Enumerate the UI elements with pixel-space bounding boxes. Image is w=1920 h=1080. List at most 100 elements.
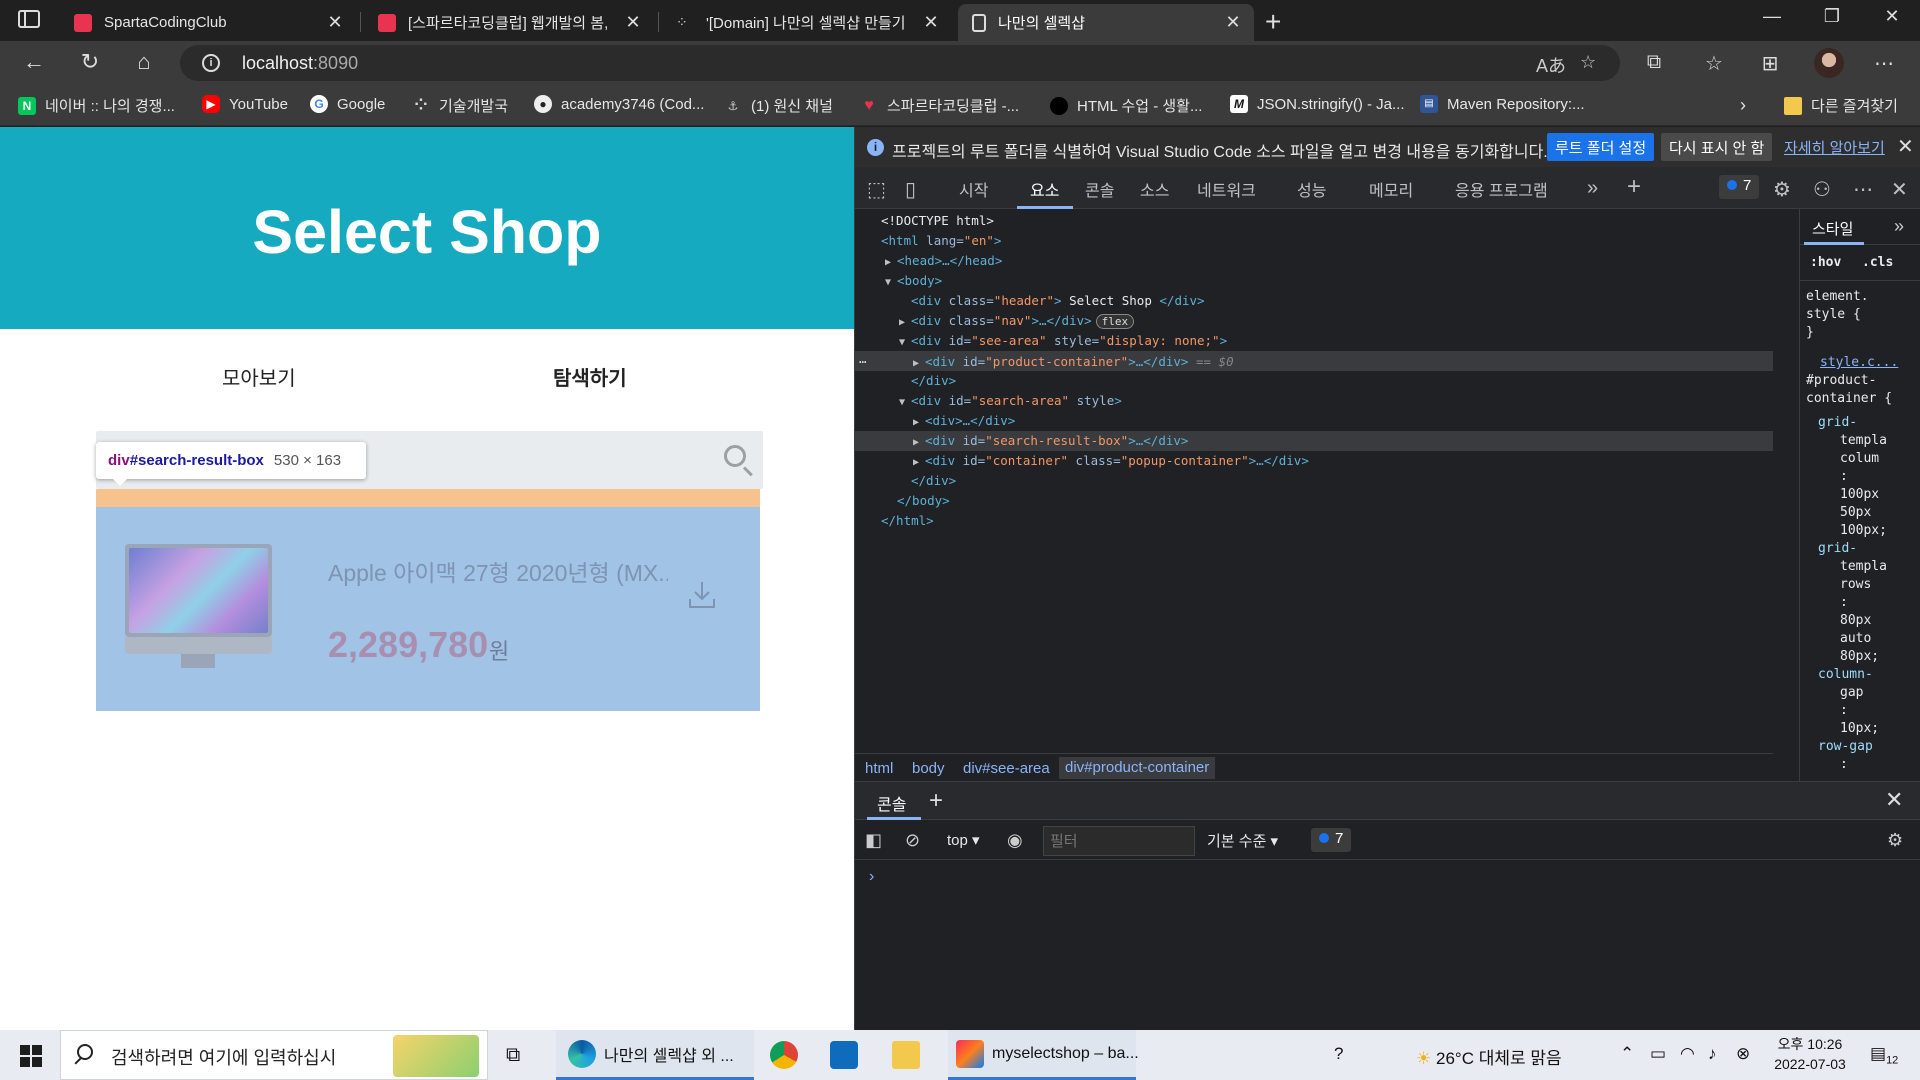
other-bookmarks[interactable]: 다른 즐겨찾기	[1784, 95, 1898, 116]
home-icon[interactable]: ⌂	[128, 49, 160, 75]
tray-overflow-icon[interactable]: ⌃	[1620, 1044, 1634, 1064]
stylesheet-link[interactable]: style.c...	[1820, 355, 1898, 370]
hov-toggle[interactable]: :hov	[1810, 255, 1841, 270]
dom-node-nav[interactable]: ▶ <div class="nav">…</div> flex	[855, 311, 1773, 331]
clear-console-icon[interactable]: ⊘	[905, 830, 920, 851]
style-declaration-line[interactable]: colum	[1840, 451, 1879, 466]
bookmark-naver[interactable]: N 네이버 :: 나의 경쟁...	[18, 95, 175, 116]
style-declaration-line[interactable]: grid-	[1818, 541, 1857, 556]
dom-node-header[interactable]: <div class="header"> Select Shop </div>	[855, 291, 1773, 311]
tab-console[interactable]: 콘솔	[877, 791, 906, 815]
dom-node-container[interactable]: ▶ <div id="container" class="popup-contai…	[855, 451, 1773, 471]
add-tab-icon[interactable]: +	[1627, 173, 1641, 201]
console-prompt[interactable]: ›	[869, 868, 874, 886]
style-declaration-line[interactable]: 10px;	[1840, 721, 1879, 736]
ime-icon[interactable]: ⊗	[1736, 1044, 1750, 1064]
style-declaration-line[interactable]: :	[1840, 469, 1848, 484]
console-settings-icon[interactable]: ⚙	[1887, 830, 1903, 851]
dom-node-doctype[interactable]: <!DOCTYPE html>	[855, 211, 1773, 231]
more-icon[interactable]: ⋯	[1853, 177, 1873, 202]
add-tab-icon[interactable]: +	[929, 787, 943, 815]
tray-device-icon[interactable]: ▭	[1650, 1044, 1666, 1064]
breadcrumb-html[interactable]: html	[865, 760, 893, 777]
bookmark-google[interactable]: G Google	[310, 95, 385, 113]
style-declaration-line[interactable]: grid-	[1818, 415, 1857, 430]
bookmark-html-class[interactable]: HTML 수업 - 생활...	[1050, 95, 1202, 116]
tab-performance[interactable]: 성능	[1297, 177, 1326, 201]
taskbar-explorer[interactable]	[892, 1030, 928, 1080]
address-bar[interactable]: i localhost:8090 Aあ ☆	[180, 45, 1620, 81]
download-icon[interactable]	[686, 579, 718, 611]
site-info-icon[interactable]: i	[202, 54, 220, 72]
bookmark-maven[interactable]: ▤ Maven Repository:...	[1420, 95, 1585, 113]
breadcrumb-body[interactable]: body	[912, 760, 945, 777]
minimize-icon[interactable]: —	[1744, 6, 1800, 27]
dom-node-see-area[interactable]: ▼ <div id="see-area" style="display: none…	[855, 331, 1773, 351]
style-declaration-line[interactable]: 80px	[1840, 613, 1871, 628]
back-icon[interactable]: ←	[18, 49, 50, 75]
bookmark-json-stringify[interactable]: M JSON.stringify() - Ja...	[1230, 95, 1405, 113]
more-tabs-icon[interactable]: »	[1894, 216, 1904, 237]
volume-icon[interactable]: ♪	[1708, 1044, 1717, 1064]
collections-icon[interactable]: ⊞	[1756, 51, 1784, 76]
style-declaration-line[interactable]: :	[1840, 757, 1848, 772]
close-icon[interactable]: ✕	[322, 12, 348, 33]
cls-toggle[interactable]: .cls	[1862, 255, 1893, 270]
dom-node-product-container[interactable]: ⋯ ▶ <div id="product-container">…</div> ==…	[855, 351, 1773, 371]
maximize-icon[interactable]: ❐	[1804, 6, 1860, 27]
more-icon[interactable]: ⋯	[1870, 51, 1898, 76]
dom-node-html-close[interactable]: </html>	[855, 511, 1773, 531]
profile-avatar[interactable]	[1814, 48, 1844, 78]
breadcrumb-product-container[interactable]: div#product-container	[1059, 757, 1216, 779]
flex-badge[interactable]: flex	[1095, 314, 1135, 329]
dom-node-search-area-close[interactable]: </div>	[855, 471, 1773, 491]
favorites-icon[interactable]: ☆	[1700, 51, 1728, 76]
style-declaration-line[interactable]: 80px;	[1840, 649, 1879, 664]
notification-center-icon[interactable]: ▤12	[1870, 1044, 1898, 1066]
taskbar-chrome[interactable]	[770, 1030, 806, 1080]
bookmark-sparta[interactable]: ♥ 스파르타코딩클럽 -...	[860, 95, 1019, 116]
style-declaration-line[interactable]: :	[1840, 595, 1848, 610]
dom-node-head[interactable]: ▶ <head>…</head>	[855, 251, 1773, 271]
refresh-icon[interactable]: ↻	[74, 49, 106, 75]
close-devtools-icon[interactable]: ✕	[1891, 177, 1908, 202]
taskbar-edge[interactable]: 나만의 셀렉샵 외 ...	[556, 1030, 754, 1080]
style-declaration-line[interactable]: row-gap	[1818, 739, 1873, 754]
more-tabs-icon[interactable]: »	[1587, 177, 1598, 200]
tab-elements[interactable]: 요소	[1030, 177, 1059, 201]
settings-icon[interactable]: ⚙	[1773, 177, 1791, 202]
style-declaration-line[interactable]: 50px	[1840, 505, 1871, 520]
read-aloud-icon[interactable]: Aあ	[1536, 52, 1566, 78]
taskbar-mail[interactable]	[830, 1030, 866, 1080]
close-icon[interactable]: ✕	[1220, 12, 1246, 33]
close-icon[interactable]: ✕	[620, 12, 646, 33]
nav-search-area[interactable]: 탐색하기	[553, 362, 627, 391]
tab-memory[interactable]: 메모리	[1369, 177, 1413, 201]
style-declaration-line[interactable]: rows	[1840, 577, 1871, 592]
tab-actions-icon[interactable]	[18, 10, 40, 28]
nav-see-area[interactable]: 모아보기	[222, 362, 296, 391]
style-declaration-line[interactable]: templa	[1840, 433, 1887, 448]
set-root-folder-button[interactable]: 루트 폴더 설정	[1547, 133, 1655, 161]
browser-tab-selectshop[interactable]: 나만의 셀렉샵 ✕	[958, 4, 1254, 41]
browser-tab-domain[interactable]: ⁘ '[Domain] 나만의 셀렉샵 만들기 ✕	[662, 4, 952, 41]
browser-tab-spartacodingclub[interactable]: SpartaCodingClub ✕	[60, 4, 356, 41]
bookmark-github[interactable]: ● academy3746 (Cod...	[534, 95, 704, 113]
close-icon[interactable]: ✕	[1897, 134, 1914, 159]
dom-node-see-area-close[interactable]: </div>	[855, 371, 1773, 391]
style-declaration-line[interactable]: auto	[1840, 631, 1871, 646]
bookmark-youtube[interactable]: ▶ YouTube	[202, 95, 288, 113]
style-declaration-line[interactable]: column-	[1818, 667, 1873, 682]
browser-tab-sparta-course[interactable]: [스파르타코딩클럽] 웹개발의 봄, ✕	[364, 4, 654, 41]
taskbar-intellij[interactable]: myselectshop – ba...	[948, 1030, 1139, 1080]
tab-application[interactable]: 응용 프로그램	[1455, 177, 1548, 201]
wifi-icon[interactable]: ◠	[1680, 1044, 1695, 1064]
inspect-element-icon[interactable]: ⬚	[867, 177, 886, 202]
start-windows-icon[interactable]	[20, 1045, 42, 1067]
sidebar-toggle-icon[interactable]: ◧	[865, 830, 882, 851]
tab-styles[interactable]: 스타일	[1812, 218, 1853, 239]
customize-icon[interactable]: ⚇	[1813, 177, 1831, 202]
filter-input[interactable]	[1043, 826, 1195, 856]
close-window-icon[interactable]: ✕	[1864, 6, 1920, 27]
issues-badge[interactable]: 7	[1719, 175, 1760, 199]
